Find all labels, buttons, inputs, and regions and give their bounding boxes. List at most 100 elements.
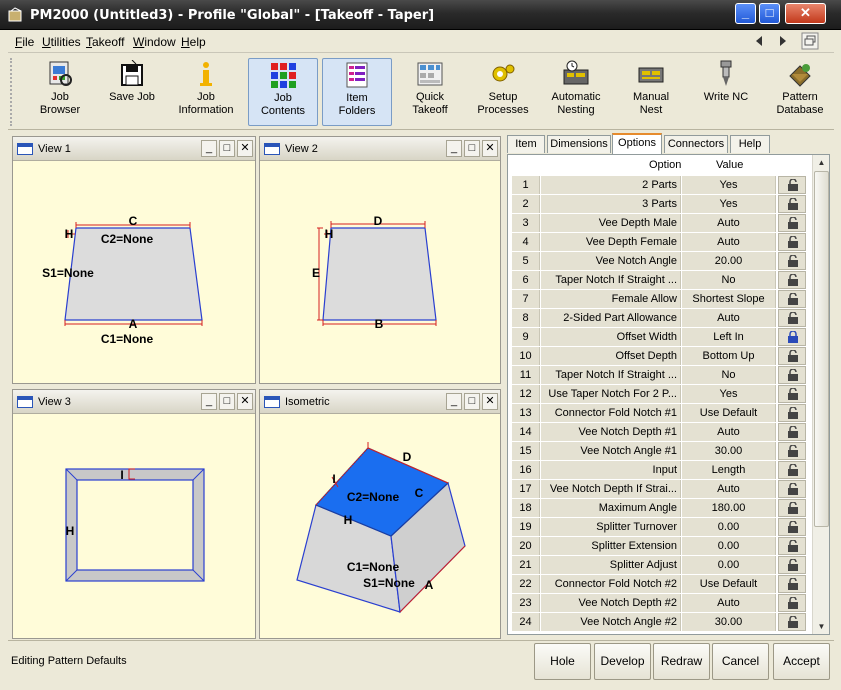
- maximize-icon[interactable]: □: [219, 393, 235, 410]
- table-row[interactable]: 14 Vee Notch Depth #1 Auto: [512, 423, 808, 442]
- maximize-icon[interactable]: □: [464, 140, 480, 157]
- option-value[interactable]: Yes: [682, 385, 776, 403]
- tab-options[interactable]: Options: [612, 133, 662, 154]
- redraw-button[interactable]: Redraw: [653, 643, 710, 680]
- unlocked-icon[interactable]: [778, 176, 806, 194]
- unlocked-icon[interactable]: [778, 518, 806, 536]
- maximize-icon[interactable]: □: [464, 393, 480, 410]
- item-folders-button[interactable]: Item Folders: [322, 58, 392, 126]
- option-value[interactable]: Yes: [682, 195, 776, 213]
- locked-icon[interactable]: [778, 328, 806, 346]
- table-row[interactable]: 17 Vee Notch Depth If Strai... Auto: [512, 480, 808, 499]
- close-icon[interactable]: ✕: [482, 393, 498, 410]
- maximize-icon[interactable]: □: [219, 140, 235, 157]
- option-value[interactable]: Left In: [682, 328, 776, 346]
- option-value[interactable]: Auto: [682, 309, 776, 327]
- option-value[interactable]: 0.00: [682, 537, 776, 555]
- table-row[interactable]: 9 Offset Width Left In: [512, 328, 808, 347]
- minimize-icon[interactable]: _: [446, 393, 462, 410]
- table-row[interactable]: 23 Parts Yes: [512, 195, 808, 214]
- unlocked-icon[interactable]: [778, 195, 806, 213]
- option-value[interactable]: No: [682, 271, 776, 289]
- save-job-button[interactable]: Save Job: [104, 58, 160, 126]
- unlocked-icon[interactable]: [778, 366, 806, 384]
- close-icon[interactable]: ✕: [482, 140, 498, 157]
- option-value[interactable]: No: [682, 366, 776, 384]
- option-value[interactable]: 0.00: [682, 556, 776, 574]
- pattern-database-button[interactable]: Pattern Database: [770, 58, 830, 126]
- table-row[interactable]: 12 Use Taper Notch For 2 P... Yes: [512, 385, 808, 404]
- menu-window[interactable]: Window: [133, 35, 176, 49]
- minimize-icon[interactable]: _: [201, 140, 217, 157]
- unlocked-icon[interactable]: [778, 556, 806, 574]
- table-row[interactable]: 13 Connector Fold Notch #1 Use Default: [512, 404, 808, 423]
- unlocked-icon[interactable]: [778, 385, 806, 403]
- menu-utilities[interactable]: Utilities: [42, 35, 81, 49]
- cancel-button[interactable]: Cancel: [712, 643, 769, 680]
- view-2-canvas[interactable]: D H E B: [260, 162, 500, 383]
- unlocked-icon[interactable]: [778, 442, 806, 460]
- option-value[interactable]: Length: [682, 461, 776, 479]
- option-value[interactable]: Use Default: [682, 575, 776, 593]
- scroll-thumb[interactable]: [814, 171, 829, 527]
- close-button[interactable]: ✕: [785, 3, 826, 24]
- table-row[interactable]: 5 Vee Notch Angle 20.00: [512, 252, 808, 271]
- table-row[interactable]: 23 Vee Notch Depth #2 Auto: [512, 594, 808, 613]
- table-row[interactable]: 8 2-Sided Part Allowance Auto: [512, 309, 808, 328]
- option-value[interactable]: Auto: [682, 480, 776, 498]
- unlocked-icon[interactable]: [778, 537, 806, 555]
- option-value[interactable]: Bottom Up: [682, 347, 776, 365]
- manual-nest-button[interactable]: Manual Nest: [622, 58, 680, 126]
- table-row[interactable]: 6 Taper Notch If Straight ... No: [512, 271, 808, 290]
- unlocked-icon[interactable]: [778, 309, 806, 327]
- table-row[interactable]: 19 Splitter Turnover 0.00: [512, 518, 808, 537]
- option-value[interactable]: Yes: [682, 176, 776, 194]
- job-information-button[interactable]: Job Information: [174, 58, 238, 126]
- option-value[interactable]: 20.00: [682, 252, 776, 270]
- unlocked-icon[interactable]: [778, 461, 806, 479]
- nav-left-icon[interactable]: [756, 36, 762, 46]
- minimize-icon[interactable]: _: [446, 140, 462, 157]
- option-value[interactable]: Auto: [682, 233, 776, 251]
- unlocked-icon[interactable]: [778, 499, 806, 517]
- option-value[interactable]: 0.00: [682, 518, 776, 536]
- table-row[interactable]: 12 Parts Yes: [512, 176, 808, 195]
- table-row[interactable]: 18 Maximum Angle 180.00: [512, 499, 808, 518]
- unlocked-icon[interactable]: [778, 575, 806, 593]
- table-row[interactable]: 7 Female Allow Shortest Slope: [512, 290, 808, 309]
- quick-takeoff-button[interactable]: Quick Takeoff: [404, 58, 456, 126]
- tab-help[interactable]: Help: [730, 135, 770, 153]
- menu-help[interactable]: Help: [181, 35, 206, 49]
- scroll-down-icon[interactable]: ▼: [814, 619, 829, 634]
- tab-connectors[interactable]: Connectors: [664, 135, 728, 153]
- unlocked-icon[interactable]: [778, 423, 806, 441]
- develop-button[interactable]: Develop: [594, 643, 651, 680]
- table-row[interactable]: 16 Input Length: [512, 461, 808, 480]
- option-value[interactable]: 30.00: [682, 613, 776, 631]
- view-3-canvas[interactable]: I H: [13, 415, 255, 638]
- tab-item[interactable]: Item: [507, 135, 545, 153]
- restore-icon[interactable]: [801, 32, 819, 50]
- accept-button[interactable]: Accept: [773, 643, 830, 680]
- vertical-scrollbar[interactable]: ▲ ▼: [812, 155, 829, 634]
- table-row[interactable]: 3 Vee Depth Male Auto: [512, 214, 808, 233]
- unlocked-icon[interactable]: [778, 252, 806, 270]
- minimize-button[interactable]: _: [735, 3, 756, 24]
- unlocked-icon[interactable]: [778, 347, 806, 365]
- table-row[interactable]: 20 Splitter Extension 0.00: [512, 537, 808, 556]
- unlocked-icon[interactable]: [778, 214, 806, 232]
- menu-file[interactable]: File: [15, 35, 34, 49]
- nav-right-icon[interactable]: [780, 36, 786, 46]
- write-nc-button[interactable]: Write NC: [696, 58, 756, 126]
- view-1-canvas[interactable]: C C2=None H S1=None A C1=None: [13, 162, 255, 383]
- unlocked-icon[interactable]: [778, 271, 806, 289]
- unlocked-icon[interactable]: [778, 480, 806, 498]
- option-value[interactable]: Shortest Slope: [682, 290, 776, 308]
- setup-processes-button[interactable]: Setup Processes: [474, 58, 532, 126]
- option-value[interactable]: 30.00: [682, 442, 776, 460]
- table-row[interactable]: 24 Vee Notch Angle #2 30.00: [512, 613, 808, 632]
- isometric-canvas[interactable]: D I C2=None C H C1=None S1=None A: [260, 415, 500, 638]
- table-row[interactable]: 11 Taper Notch If Straight ... No: [512, 366, 808, 385]
- table-row[interactable]: 21 Splitter Adjust 0.00: [512, 556, 808, 575]
- job-browser-button[interactable]: Job Browser: [32, 58, 88, 126]
